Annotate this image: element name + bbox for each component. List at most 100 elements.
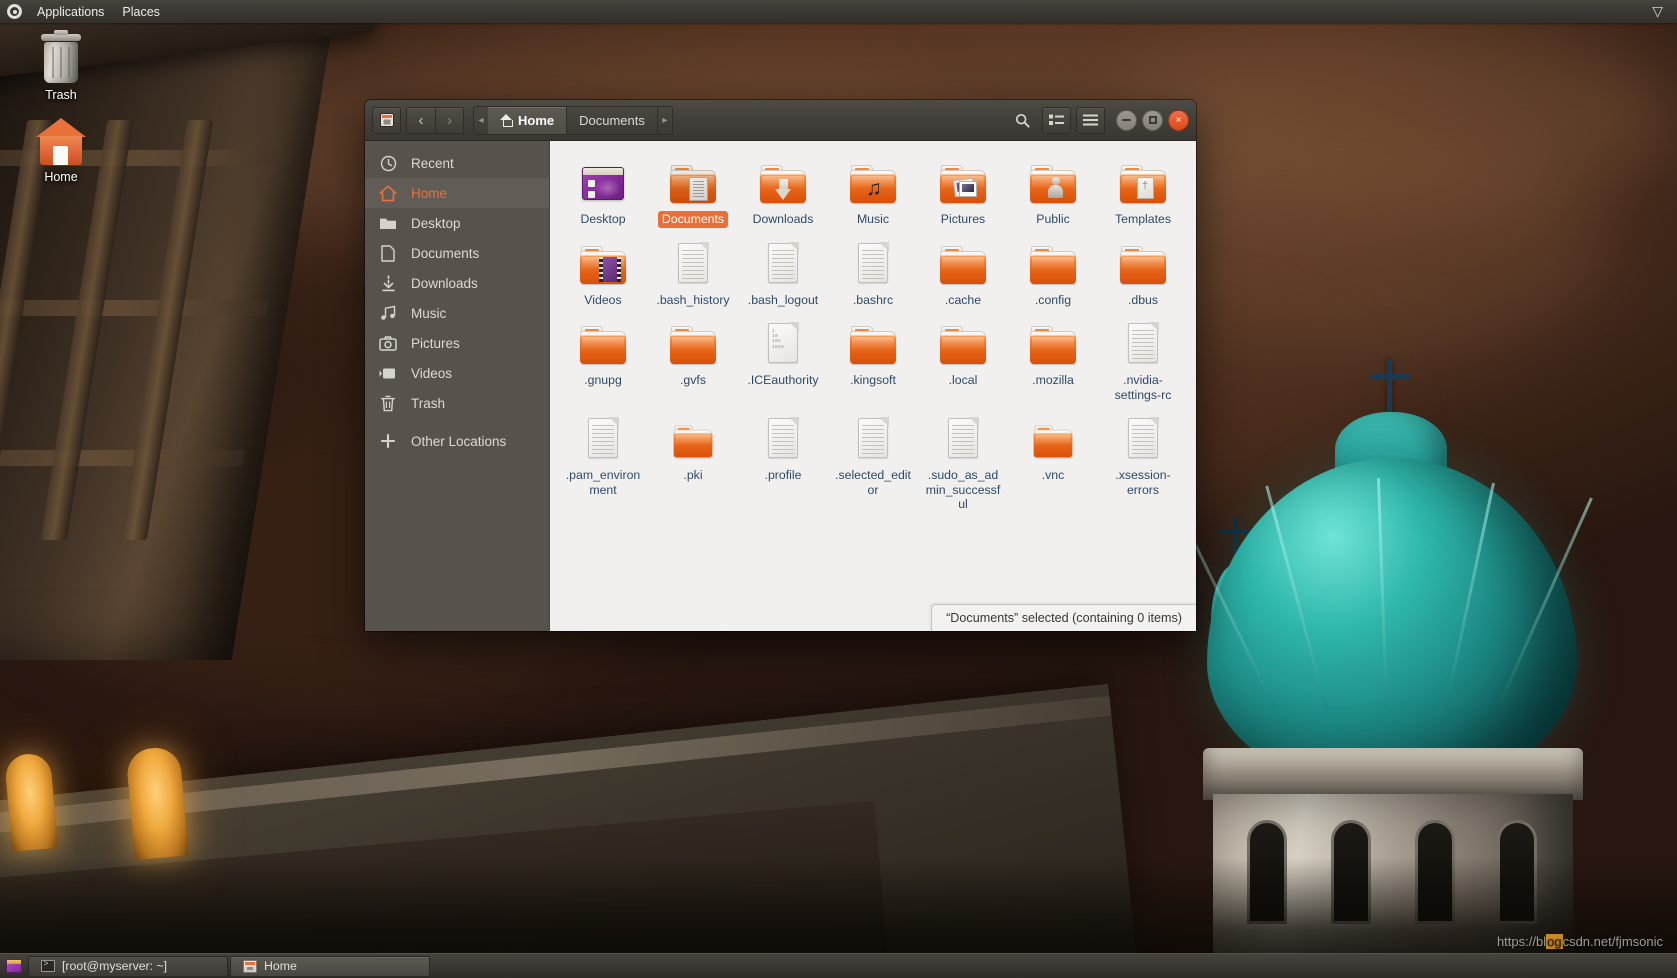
file-item[interactable]: ♫ Music xyxy=(828,151,918,232)
menu-places[interactable]: Places xyxy=(113,3,169,21)
file-item[interactable]: .bash_history xyxy=(648,232,738,313)
desktop-icon-label: Home xyxy=(44,170,78,184)
camera-icon xyxy=(365,335,411,351)
folder-icon xyxy=(365,216,411,231)
file-item[interactable]: .config xyxy=(1008,232,1098,313)
sidebar-item-label: Other Locations xyxy=(411,433,507,449)
file-item[interactable]: .cache xyxy=(918,232,1008,313)
file-icon xyxy=(1029,320,1077,368)
file-item[interactable]: .profile xyxy=(738,407,828,517)
file-item[interactable]: .bashrc xyxy=(828,232,918,313)
file-item[interactable]: 1 10 101 1010 .ICEauthority xyxy=(738,312,828,407)
forward-button[interactable]: › xyxy=(435,106,464,134)
file-name-label: Downloads xyxy=(752,212,814,226)
file-item[interactable]: .selected_editor xyxy=(828,407,918,517)
view-toggle-button[interactable] xyxy=(1042,106,1071,134)
file-icon xyxy=(939,415,987,463)
file-item[interactable]: .vnc xyxy=(1008,407,1098,517)
file-item[interactable]: Videos xyxy=(558,232,648,313)
breadcrumb-next-icon[interactable]: ▸ xyxy=(657,105,673,135)
document-overlay-icon xyxy=(689,177,708,201)
ubuntu-logo-icon[interactable] xyxy=(7,4,22,19)
file-item[interactable]: Public xyxy=(1008,151,1098,232)
text-file-icon xyxy=(768,241,799,283)
desktop-icon-home[interactable]: Home xyxy=(16,118,106,186)
sidebar-item-music[interactable]: Music xyxy=(365,298,549,328)
window-body: Recent Home Desktop Documents Downloads … xyxy=(365,141,1196,631)
file-item[interactable]: .gnupg xyxy=(558,312,648,407)
file-item[interactable]: .pki xyxy=(648,407,738,517)
file-icon xyxy=(759,159,807,207)
indicator-icon[interactable]: ▽ xyxy=(1646,3,1669,20)
hamburger-menu-icon xyxy=(1083,114,1098,126)
file-item[interactable]: .dbus xyxy=(1098,232,1188,313)
clock-icon xyxy=(365,155,411,172)
photo-overlay-icon xyxy=(959,181,977,197)
sidebar-item-downloads[interactable]: Downloads xyxy=(365,268,549,298)
menu-button[interactable] xyxy=(1076,106,1105,134)
folder-icon xyxy=(1120,245,1166,284)
folder-icon xyxy=(940,245,986,284)
wallpaper-lit-window xyxy=(125,745,189,861)
desktop-icon-trash[interactable]: Trash xyxy=(16,30,106,104)
breadcrumb-prev-icon[interactable]: ◂ xyxy=(473,105,488,135)
file-icon xyxy=(759,240,807,288)
close-button[interactable]: × xyxy=(1168,109,1189,131)
file-item[interactable]: Downloads xyxy=(738,151,828,232)
taskbar-item-terminal[interactable]: [root@myserver: ~] xyxy=(28,955,228,977)
file-name-label: .pki xyxy=(683,468,703,482)
breadcrumb-item-home[interactable]: Home xyxy=(488,105,568,135)
file-item[interactable]: Pictures xyxy=(918,151,1008,232)
menu-applications[interactable]: Applications xyxy=(28,3,113,21)
breadcrumb-label: Documents xyxy=(579,112,645,128)
file-item[interactable]: .nvidia-settings-rc xyxy=(1098,312,1188,407)
file-name-label: .mozilla xyxy=(1032,373,1074,387)
folder-icon xyxy=(940,326,986,364)
sidebar-item-other-locations[interactable]: Other Locations xyxy=(365,426,549,456)
sidebar-item-pictures[interactable]: Pictures xyxy=(365,328,549,358)
sidebar-item-documents[interactable]: Documents xyxy=(365,238,549,268)
sidebar-item-trash[interactable]: Trash xyxy=(365,388,549,418)
file-item[interactable]: Templates xyxy=(1098,151,1188,232)
folder-icon xyxy=(1120,165,1166,203)
sidebar-item-home[interactable]: Home xyxy=(365,178,549,208)
file-item[interactable]: Documents xyxy=(648,151,738,232)
file-item[interactable]: .pam_environment xyxy=(558,407,648,517)
forward-icon: › xyxy=(447,111,452,129)
file-name-label: Desktop xyxy=(580,212,626,226)
taskbar-item-label: Home xyxy=(264,959,297,973)
sidebar-item-recent[interactable]: Recent xyxy=(365,148,549,178)
top-panel: Applications Places ▽ xyxy=(0,0,1677,23)
sidebar-item-videos[interactable]: Videos xyxy=(365,358,549,388)
file-item[interactable]: .kingsoft xyxy=(828,312,918,407)
taskbar-launcher-button[interactable] xyxy=(0,954,28,978)
file-name-label: .pam_environment xyxy=(565,468,641,497)
search-button[interactable] xyxy=(1008,107,1037,134)
sidebar-item-desktop[interactable]: Desktop xyxy=(365,208,549,238)
file-icon xyxy=(1119,320,1167,368)
file-item[interactable]: Desktop xyxy=(558,151,648,232)
file-item[interactable]: .xsession-errors xyxy=(1098,407,1188,517)
file-item[interactable]: .bash_logout xyxy=(738,232,828,313)
sidebar-toggle-icon[interactable] xyxy=(372,106,401,134)
file-name-label: .gnupg xyxy=(584,373,622,387)
file-icon xyxy=(1029,159,1077,207)
file-name-label: Public xyxy=(1036,212,1070,226)
sidebar-item-label: Pictures xyxy=(411,335,460,351)
document-icon xyxy=(365,244,411,262)
file-item[interactable]: .sudo_as_admin_successful xyxy=(918,407,1008,517)
file-item[interactable]: .local xyxy=(918,312,1008,407)
back-button[interactable]: ‹ xyxy=(406,106,435,134)
search-icon xyxy=(1015,113,1030,128)
text-file-icon xyxy=(1128,322,1159,363)
minimize-button[interactable] xyxy=(1116,109,1137,131)
maximize-button[interactable] xyxy=(1142,109,1163,131)
file-list-area[interactable]: Desktop Documents Downloads ♫ Music Pictures P… xyxy=(549,141,1196,631)
text-file-icon xyxy=(1128,417,1159,458)
wallpaper-lit-window xyxy=(3,752,59,852)
breadcrumb-item-documents[interactable]: Documents xyxy=(567,105,658,135)
file-item[interactable]: .gvfs xyxy=(648,312,738,407)
file-item[interactable]: .mozilla xyxy=(1008,312,1098,407)
file-icon xyxy=(849,320,897,368)
taskbar-item-home[interactable]: Home xyxy=(230,955,430,977)
